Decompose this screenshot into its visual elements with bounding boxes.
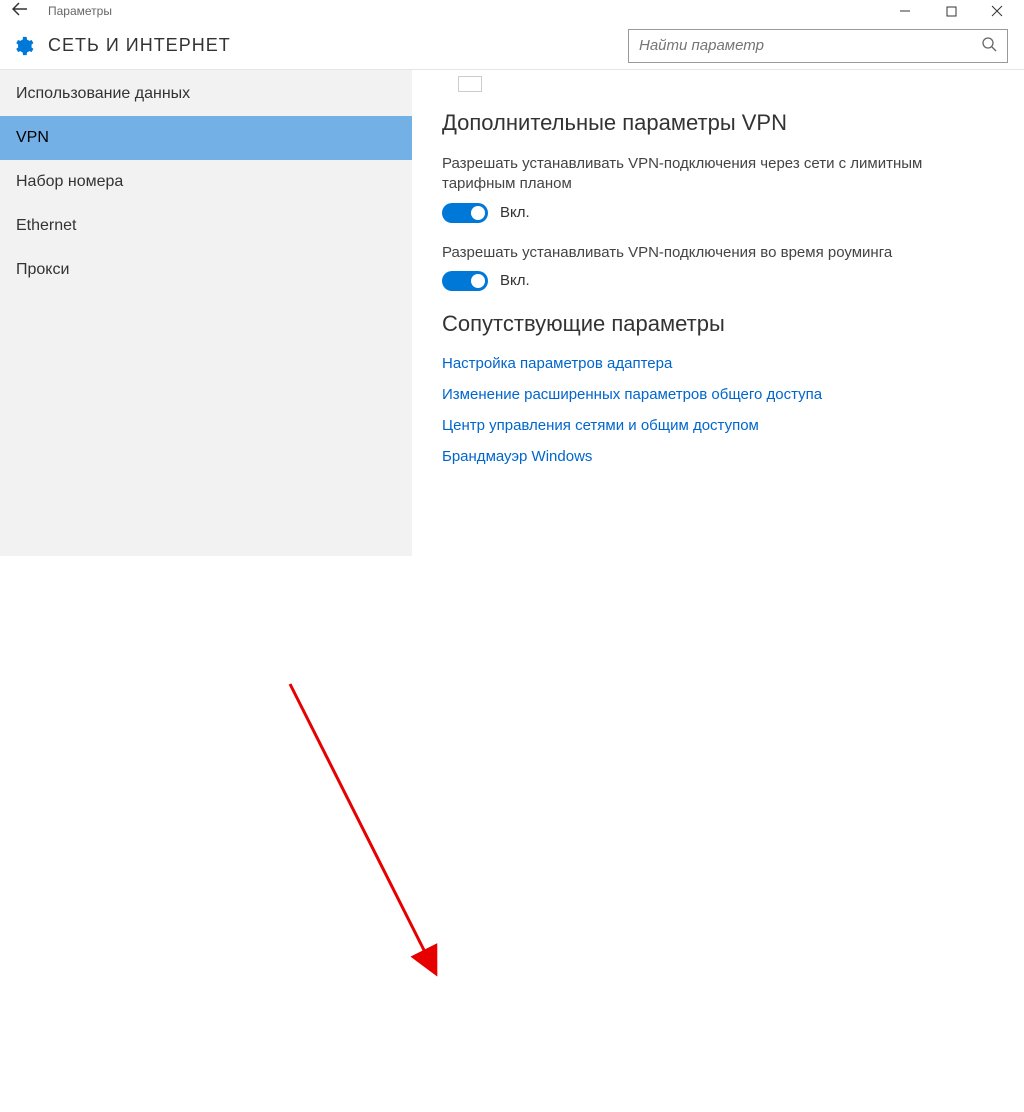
search-box[interactable] <box>628 29 1008 63</box>
maximize-icon <box>946 6 957 17</box>
minimize-icon <box>899 5 911 17</box>
maximize-button[interactable] <box>928 0 974 22</box>
minimize-button[interactable] <box>882 0 928 22</box>
cutoff-element <box>458 76 482 92</box>
option-label-roaming: Разрешать устанавливать VPN-подключения … <box>442 243 994 263</box>
search-input[interactable] <box>639 37 981 54</box>
annotation-arrow <box>0 556 1024 1112</box>
arrow-left-icon <box>12 2 28 16</box>
link-network-center[interactable]: Центр управления сетями и общим доступом <box>442 417 994 434</box>
window-title: Параметры <box>48 4 112 18</box>
header: СЕТЬ И ИНТЕРНЕТ <box>0 22 1024 70</box>
titlebar: Параметры <box>0 0 1024 22</box>
sidebar: Использование данных VPN Набор номера Et… <box>0 70 412 556</box>
sidebar-item-ethernet[interactable]: Ethernet <box>0 204 412 248</box>
section-heading-related: Сопутствующие параметры <box>442 311 994 337</box>
link-adapter-settings[interactable]: Настройка параметров адаптера <box>442 355 994 372</box>
sidebar-item-vpn[interactable]: VPN <box>0 116 412 160</box>
link-advanced-sharing[interactable]: Изменение расширенных параметров общего … <box>442 386 994 403</box>
close-button[interactable] <box>974 0 1020 22</box>
page-title: СЕТЬ И ИНТЕРНЕТ <box>48 35 231 56</box>
toggle-state-roaming: Вкл. <box>500 272 530 289</box>
main-panel: Дополнительные параметры VPN Разрешать у… <box>412 70 1024 556</box>
sidebar-item-proxy[interactable]: Прокси <box>0 248 412 292</box>
sidebar-item-dialup[interactable]: Набор номера <box>0 160 412 204</box>
toggle-vpn-metered[interactable] <box>442 203 488 223</box>
close-icon <box>991 5 1003 17</box>
option-label-metered: Разрешать устанавливать VPN-подключения … <box>442 154 994 195</box>
search-icon <box>981 36 997 56</box>
sidebar-item-data-usage[interactable]: Использование данных <box>0 72 412 116</box>
toggle-state-metered: Вкл. <box>500 204 530 221</box>
back-button[interactable] <box>4 2 36 21</box>
toggle-vpn-roaming[interactable] <box>442 271 488 291</box>
gear-icon <box>12 35 34 57</box>
link-firewall[interactable]: Брандмауэр Windows <box>442 448 994 465</box>
section-heading-advanced: Дополнительные параметры VPN <box>442 110 994 136</box>
